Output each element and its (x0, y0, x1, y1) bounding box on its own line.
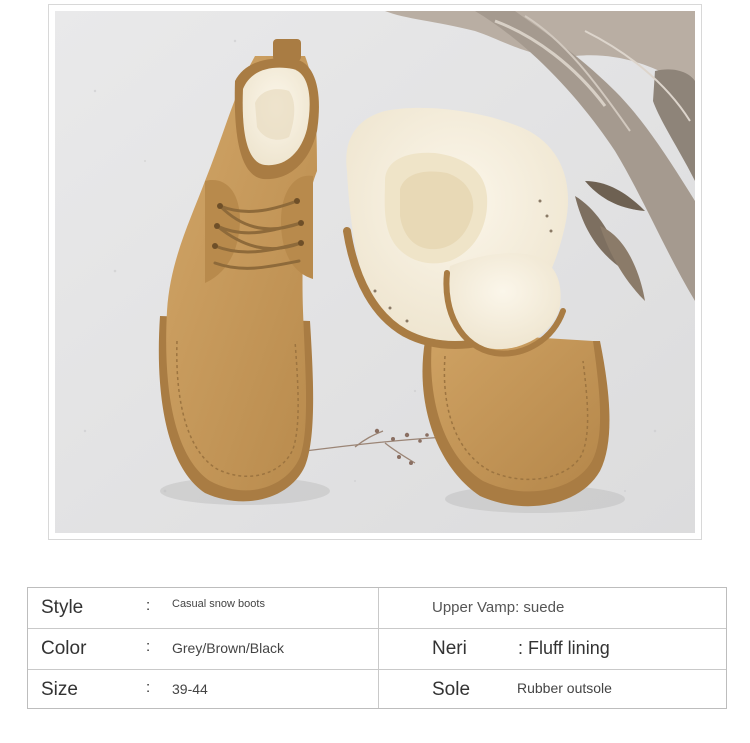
spec-row: Size : 39-44 Sole Rubber outsole (28, 670, 726, 710)
spec-value-sole: Rubber outsole (517, 680, 612, 696)
spec-value-size: 39-44 (172, 681, 208, 697)
spec-label-style: Style (41, 597, 84, 618)
spec-upper-vamp: Upper Vamp: suede (432, 599, 565, 616)
spec-table: Style : Casual snow boots Upper Vamp: su… (27, 587, 727, 709)
spec-value-lining: Fluff lining (528, 638, 610, 658)
spec-colon: : (146, 679, 151, 696)
spec-label-size: Size (41, 679, 78, 700)
spec-colon: : (146, 597, 151, 614)
spec-value-color: Grey/Brown/Black (172, 640, 285, 656)
spec-colon: : (518, 638, 524, 658)
product-photo (55, 11, 695, 533)
spec-label-sole: Sole (432, 679, 471, 700)
spec-row: Style : Casual snow boots Upper Vamp: su… (28, 588, 726, 629)
spec-label-color: Color (41, 638, 87, 659)
product-photo-frame (48, 4, 702, 540)
spec-row: Color : Grey/Brown/Black Neri : Fluff li… (28, 629, 726, 670)
spec-colon: : (146, 638, 151, 655)
spec-value-style: Casual snow boots (172, 598, 265, 610)
spec-label-neri: Neri (432, 638, 467, 659)
